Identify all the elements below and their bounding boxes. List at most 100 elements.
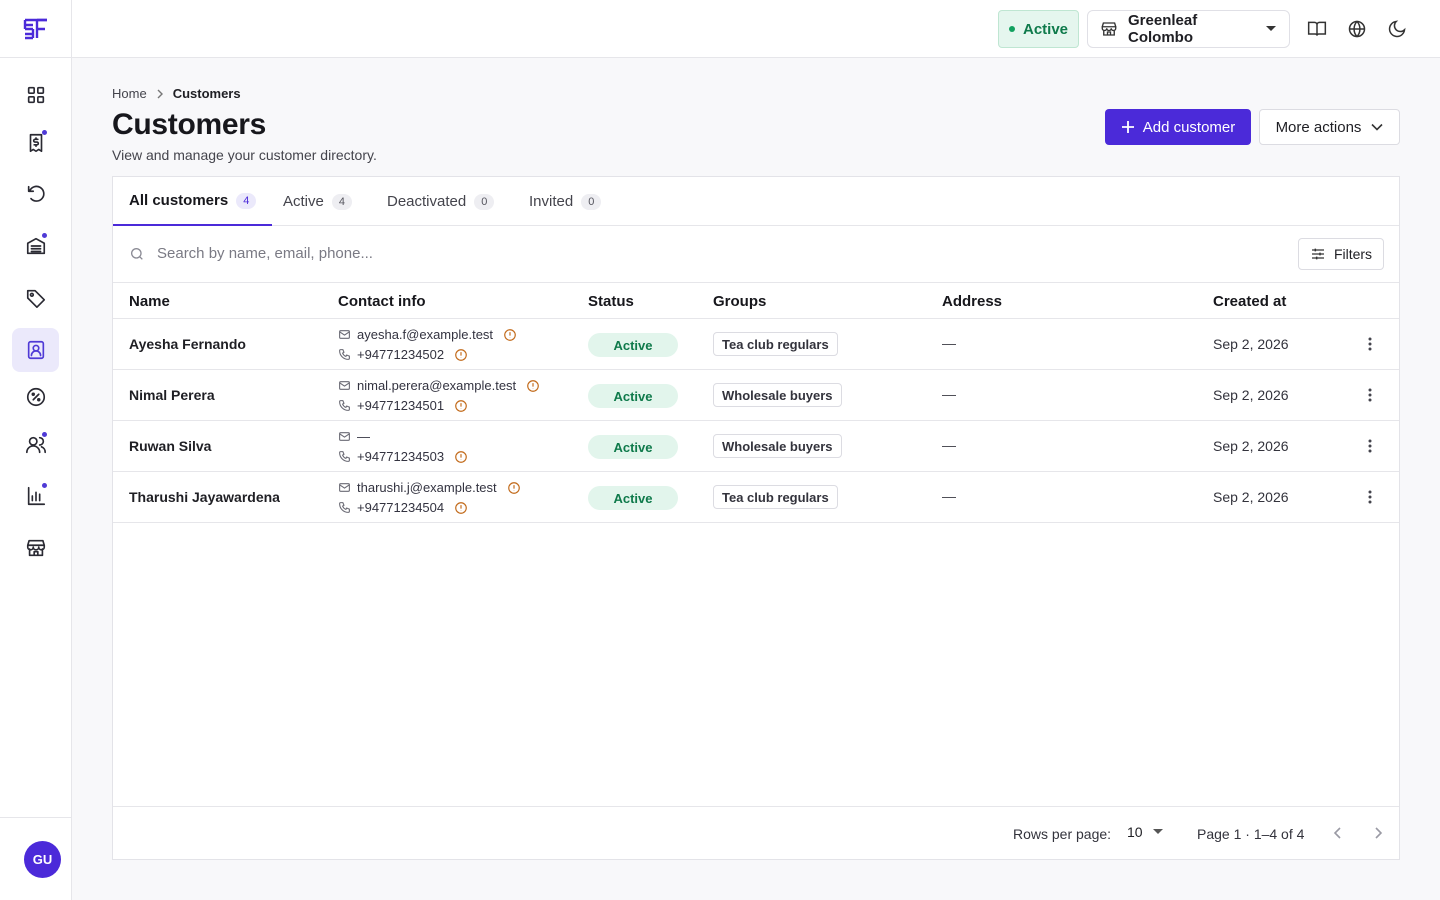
customer-name[interactable]: Tharushi Jayawardena bbox=[129, 489, 280, 505]
status-badge: Active bbox=[588, 486, 678, 510]
row-actions-kebab-icon[interactable] bbox=[1360, 436, 1380, 456]
sidebar-item-dashboard[interactable] bbox=[12, 73, 59, 117]
more-actions-label: More actions bbox=[1275, 118, 1362, 136]
customer-name[interactable]: Ayesha Fernando bbox=[129, 336, 246, 352]
sidebar-item-refresh[interactable] bbox=[12, 172, 59, 216]
plus-icon bbox=[1121, 120, 1135, 134]
discount-icon bbox=[26, 387, 45, 407]
sidebar-item-discount[interactable] bbox=[12, 375, 59, 419]
unverified-warning-icon[interactable] bbox=[507, 481, 521, 495]
prev-page-button[interactable] bbox=[1328, 823, 1348, 843]
unverified-warning-icon[interactable] bbox=[503, 328, 517, 342]
row-actions-kebab-icon[interactable] bbox=[1360, 385, 1380, 405]
page-title: Customers bbox=[112, 108, 267, 141]
contact-email-line: — bbox=[338, 429, 370, 444]
sidebar-item-billing[interactable] bbox=[12, 121, 59, 165]
next-page-button[interactable] bbox=[1368, 823, 1388, 843]
sidebar-item-tag[interactable] bbox=[12, 276, 59, 320]
group-tag[interactable]: Wholesale buyers bbox=[713, 434, 842, 458]
notification-dot-icon bbox=[42, 233, 47, 238]
table-row[interactable]: Ayesha Fernando ayesha.f@example.test +947… bbox=[113, 319, 1399, 370]
tab-count-badge: 4 bbox=[236, 192, 257, 209]
tab-deactivated[interactable]: Deactivated 0 bbox=[371, 177, 510, 226]
app-logo[interactable] bbox=[0, 0, 72, 58]
contact-email-line: tharushi.j@example.test bbox=[338, 480, 521, 495]
rows-per-page-select[interactable]: 10 bbox=[1127, 824, 1163, 840]
rows-per-page-value: 10 bbox=[1127, 824, 1143, 840]
mail-icon bbox=[338, 379, 351, 392]
filters-button[interactable]: Filters bbox=[1298, 238, 1384, 270]
sidebar-item-team[interactable] bbox=[12, 423, 59, 467]
sidebar-item-customers[interactable] bbox=[12, 328, 59, 372]
tab-count-badge: 0 bbox=[474, 193, 495, 210]
phone-icon bbox=[338, 501, 351, 514]
page-info: Page 1 · 1–4 of 4 bbox=[1197, 826, 1305, 842]
chevron-down-icon bbox=[1371, 123, 1384, 131]
dark-mode-moon-icon[interactable] bbox=[1385, 17, 1409, 41]
contact-email-line: ayesha.f@example.test bbox=[338, 327, 517, 342]
chevron-left-icon bbox=[1333, 827, 1341, 839]
search-input[interactable] bbox=[157, 240, 757, 266]
chevron-right-icon bbox=[1375, 827, 1383, 839]
unverified-warning-icon[interactable] bbox=[526, 379, 540, 393]
group-tag[interactable]: Tea club regulars bbox=[713, 332, 838, 356]
row-actions-kebab-icon[interactable] bbox=[1360, 334, 1380, 354]
contact-phone-line: +94771234501 bbox=[338, 398, 468, 413]
customer-tabs: All customers 4 Active 4 Deactivated 0 I… bbox=[113, 177, 1399, 226]
column-header-groups[interactable]: Groups bbox=[713, 293, 766, 310]
column-header-contact[interactable]: Contact info bbox=[338, 293, 426, 310]
breadcrumb: Home Customers bbox=[112, 86, 241, 101]
notification-dot-icon bbox=[42, 432, 47, 437]
store-selector[interactable]: Greenleaf Colombo bbox=[1087, 10, 1290, 48]
more-actions-button[interactable]: More actions bbox=[1259, 109, 1400, 145]
customer-name[interactable]: Ruwan Silva bbox=[129, 438, 211, 454]
sidebar-item-inventory[interactable] bbox=[12, 224, 59, 268]
globe-icon[interactable] bbox=[1345, 17, 1369, 41]
add-customer-button[interactable]: Add customer bbox=[1105, 109, 1251, 145]
unverified-warning-icon[interactable] bbox=[454, 348, 468, 362]
store-status-badge: Active bbox=[998, 10, 1079, 48]
refresh-icon bbox=[27, 185, 45, 202]
rows-per-page-label: Rows per page: bbox=[1013, 826, 1112, 842]
tab-active[interactable]: Active 4 bbox=[267, 177, 368, 226]
created-at-value: Sep 2, 2026 bbox=[1213, 336, 1289, 352]
table-row[interactable]: Nimal Perera nimal.perera@example.test +94… bbox=[113, 370, 1399, 421]
tab-all-customers[interactable]: All customers 4 bbox=[113, 177, 273, 226]
address-value: — bbox=[942, 335, 956, 351]
table-row[interactable]: Tharushi Jayawardena tharushi.j@example.t… bbox=[113, 472, 1399, 523]
caret-down-icon bbox=[1152, 829, 1163, 835]
created-at-value: Sep 2, 2026 bbox=[1213, 387, 1289, 403]
contact-phone: +94771234502 bbox=[357, 347, 445, 362]
contact-phone-line: +94771234504 bbox=[338, 500, 468, 515]
breadcrumb-current: Customers bbox=[172, 86, 241, 101]
pagination-footer: Rows per page: 10 Page 1 · 1–4 of 4 bbox=[113, 806, 1399, 859]
column-header-name[interactable]: Name bbox=[129, 293, 170, 310]
address-value: — bbox=[942, 437, 956, 453]
team-icon bbox=[25, 436, 46, 454]
address-value: — bbox=[942, 488, 956, 504]
unverified-warning-icon[interactable] bbox=[454, 501, 468, 515]
group-tag[interactable]: Tea club regulars bbox=[713, 485, 838, 509]
sidebar-footer: GU bbox=[0, 817, 72, 900]
avatar[interactable]: GU bbox=[24, 841, 61, 878]
column-header-status[interactable]: Status bbox=[588, 293, 634, 310]
unverified-warning-icon[interactable] bbox=[454, 399, 468, 413]
sidebar-item-reports[interactable] bbox=[12, 474, 59, 518]
status-badge: Active bbox=[588, 435, 678, 459]
column-header-address[interactable]: Address bbox=[942, 293, 1002, 310]
column-header-created[interactable]: Created at bbox=[1213, 293, 1286, 310]
unverified-warning-icon[interactable] bbox=[454, 450, 468, 464]
notification-dot-icon bbox=[42, 130, 47, 135]
tag-icon bbox=[26, 289, 45, 308]
table-row[interactable]: Ruwan Silva — +94771234503 Active Wholesale … bbox=[113, 421, 1399, 472]
tab-invited[interactable]: Invited 0 bbox=[513, 177, 617, 226]
group-tag[interactable]: Wholesale buyers bbox=[713, 383, 842, 407]
breadcrumb-home[interactable]: Home bbox=[112, 86, 147, 101]
sidebar-item-store[interactable] bbox=[12, 526, 59, 570]
row-actions-kebab-icon[interactable] bbox=[1360, 487, 1380, 507]
sliders-icon bbox=[1310, 246, 1326, 262]
customer-name[interactable]: Nimal Perera bbox=[129, 387, 215, 403]
tab-count-badge: 0 bbox=[581, 193, 602, 210]
page-subtitle: View and manage your customer directory. bbox=[112, 147, 377, 163]
docs-book-icon[interactable] bbox=[1305, 17, 1329, 41]
